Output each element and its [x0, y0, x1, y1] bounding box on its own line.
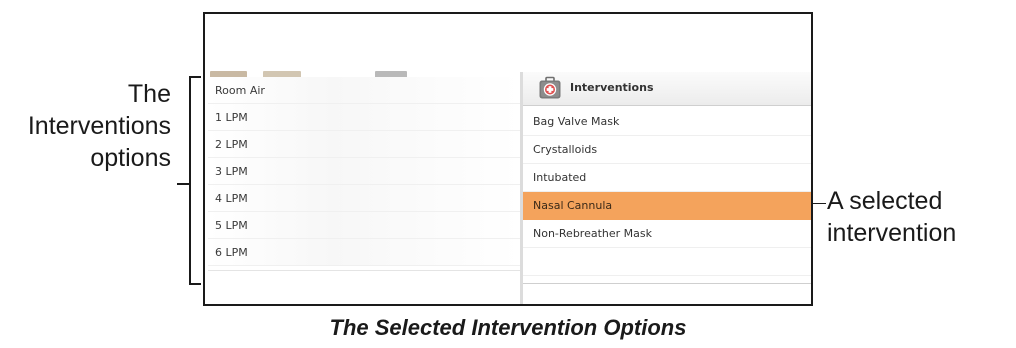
divider: [523, 283, 811, 284]
interventions-list: Bag Valve Mask Crystalloids Intubated Na…: [523, 108, 811, 276]
selected-intervention-label: A selected intervention: [827, 187, 957, 247]
screenshot-frame: Room Air 1 LPM 2 LPM 3 LPM 4 LPM 5 LPM 6…: [203, 12, 813, 306]
interventions-panel: Interventions Bag Valve Mask Crystalloid…: [520, 72, 811, 304]
interventions-options-label: The Interventions options: [27, 80, 171, 172]
list-item[interactable]: Bag Valve Mask: [523, 108, 811, 136]
divider: [208, 270, 520, 271]
list-item[interactable]: 2 LPM: [208, 131, 520, 158]
panel-header: Interventions: [523, 72, 811, 106]
selected-callout-line: [812, 203, 826, 204]
list-item[interactable]: 1 LPM: [208, 104, 520, 131]
list-item[interactable]: Non-Rebreather Mask: [523, 220, 811, 248]
list-item[interactable]: [523, 248, 811, 276]
list-item[interactable]: Crystalloids: [523, 136, 811, 164]
panel-title: Interventions: [570, 81, 654, 94]
list-item[interactable]: 5 LPM: [208, 212, 520, 239]
medical-kit-icon: [539, 76, 561, 99]
list-item[interactable]: Intubated: [523, 164, 811, 192]
bracket-tick: [177, 183, 190, 185]
list-item[interactable]: 6 LPM: [208, 239, 520, 266]
selected-list-item[interactable]: Nasal Cannula: [523, 192, 811, 220]
list-item[interactable]: 3 LPM: [208, 158, 520, 185]
options-bracket: [189, 76, 201, 285]
list-item[interactable]: 4 LPM: [208, 185, 520, 212]
oxygen-options-list: Room Air 1 LPM 2 LPM 3 LPM 4 LPM 5 LPM 6…: [208, 77, 520, 266]
figure-caption: The Selected Intervention Options: [329, 315, 687, 340]
list-item[interactable]: Room Air: [208, 77, 520, 104]
